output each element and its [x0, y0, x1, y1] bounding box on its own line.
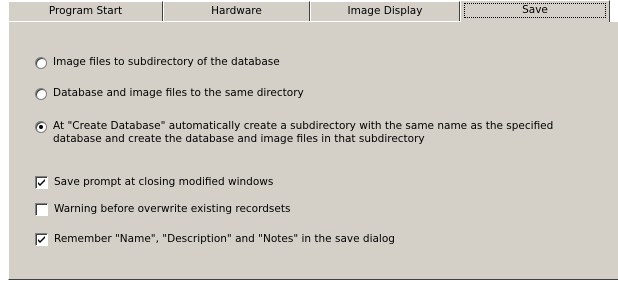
tab-save[interactable]: Save: [460, 0, 610, 22]
radio-label-line-2: database and create the database and ima…: [53, 133, 425, 145]
radio-option-subdirectory[interactable]: Image files to subdirectory of the datab…: [35, 56, 280, 69]
checkbox-label: Save prompt at closing modified windows: [54, 176, 274, 188]
focus-rectangle: [464, 3, 606, 18]
checkbox-remember-fields[interactable]: Remember "Name", "Description" and "Note…: [35, 233, 395, 246]
checkbox[interactable]: [35, 176, 48, 189]
radio-button[interactable]: [35, 57, 47, 69]
radio-label-line-1: At "Create Database" automatically creat…: [53, 120, 554, 132]
tab-strip: Program Start Hardware Image Display Sav…: [8, 0, 610, 22]
tab-image-display[interactable]: Image Display: [310, 1, 460, 21]
radio-dot-icon: [39, 125, 43, 129]
checkbox[interactable]: [35, 233, 48, 246]
tab-label: Image Display: [347, 5, 423, 17]
radio-label: Database and image files to the same dir…: [53, 87, 304, 99]
tab-label: Program Start: [48, 5, 123, 17]
checkbox[interactable]: [35, 203, 48, 216]
save-settings-panel: Image files to subdirectory of the datab…: [8, 21, 618, 280]
checkmark-icon: [38, 179, 45, 186]
options-dialog: Program Start Hardware Image Display Sav…: [0, 0, 618, 284]
radio-option-auto-subdirectory[interactable]: At "Create Database" automatically creat…: [35, 120, 573, 146]
tab-program-start[interactable]: Program Start: [8, 1, 163, 21]
tab-hardware[interactable]: Hardware: [163, 1, 310, 21]
radio-option-same-directory[interactable]: Database and image files to the same dir…: [35, 87, 304, 100]
checkbox-overwrite-warning[interactable]: Warning before overwrite existing record…: [35, 203, 290, 216]
tab-label: Hardware: [211, 5, 262, 17]
checkmark-icon: [38, 236, 45, 243]
radio-label: Image files to subdirectory of the datab…: [53, 56, 280, 68]
checkbox-label: Warning before overwrite existing record…: [54, 203, 291, 215]
radio-button-selected[interactable]: [35, 121, 47, 133]
radio-label: At "Create Database" automatically creat…: [53, 120, 573, 146]
checkbox-save-prompt[interactable]: Save prompt at closing modified windows: [35, 176, 273, 189]
radio-button[interactable]: [35, 88, 47, 100]
checkbox-label: Remember "Name", "Description" and "Note…: [54, 233, 395, 245]
